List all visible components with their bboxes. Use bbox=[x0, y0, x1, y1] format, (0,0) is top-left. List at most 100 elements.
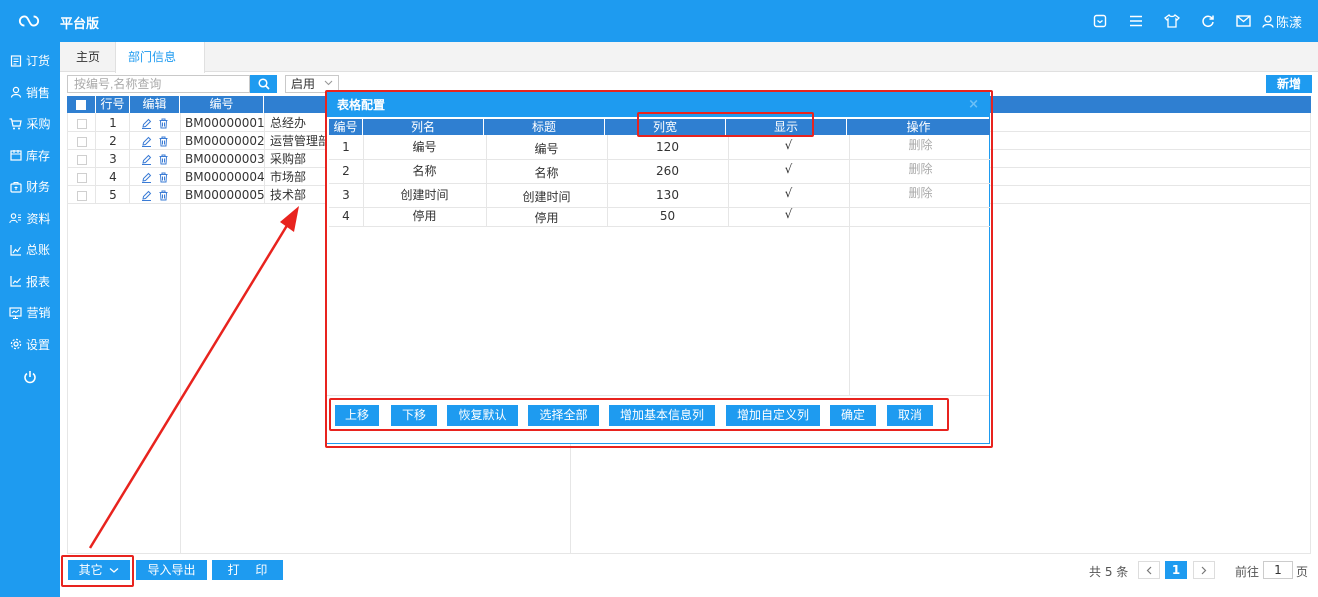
row-number: 4 bbox=[109, 170, 117, 184]
search-button[interactable] bbox=[250, 75, 277, 93]
message-icon[interactable] bbox=[1082, 11, 1118, 31]
monitor-icon bbox=[9, 307, 23, 319]
sidebar-item-label: 资料 bbox=[26, 211, 51, 226]
tab-department-info[interactable]: 部门信息× bbox=[115, 42, 205, 94]
annotation-box-buttons bbox=[329, 398, 949, 431]
brand-title: 平台版 bbox=[60, 17, 100, 32]
power-icon bbox=[24, 371, 36, 384]
sidebar-item-order[interactable]: 订货 bbox=[0, 45, 60, 77]
sidebar-item-report[interactable]: 报表 bbox=[0, 266, 60, 298]
edit-icon[interactable] bbox=[141, 136, 152, 147]
total-count: 共 5 条 bbox=[1089, 565, 1129, 579]
row-code: BM00000003 bbox=[185, 152, 265, 166]
delete-icon[interactable] bbox=[158, 154, 169, 165]
row-checkbox[interactable] bbox=[76, 154, 87, 165]
row-checkbox-cell[interactable] bbox=[67, 150, 96, 168]
inventory-icon bbox=[10, 150, 22, 161]
row-name: 采购部 bbox=[270, 152, 307, 166]
document-icon bbox=[10, 55, 22, 67]
user-name: 陈漾 bbox=[1275, 15, 1302, 31]
search-input[interactable] bbox=[67, 75, 250, 93]
grid-header-code: 编号 bbox=[180, 96, 264, 113]
add-button[interactable]: 新增 bbox=[1266, 75, 1312, 93]
user-icon bbox=[1262, 14, 1274, 28]
next-page-button[interactable] bbox=[1193, 561, 1215, 579]
row-number: 1 bbox=[109, 116, 117, 130]
current-page[interactable]: 1 bbox=[1165, 561, 1187, 579]
row-edit-cell bbox=[130, 150, 180, 168]
row-checkbox[interactable] bbox=[76, 136, 87, 147]
import-export-button[interactable]: 导入导出 bbox=[136, 560, 207, 580]
chevron-right-icon bbox=[1201, 566, 1207, 574]
grid-header-row-no: 行号 bbox=[96, 96, 130, 113]
row-code: BM00000001 bbox=[185, 116, 265, 130]
sidebar-item-inventory[interactable]: 库存 bbox=[0, 140, 60, 172]
row-name: 技术部 bbox=[270, 188, 307, 202]
sidebar: 订货 销售 采购 库存 财务 资料 总账 报表 营销 设置 bbox=[0, 42, 60, 597]
logout-button[interactable] bbox=[0, 360, 60, 394]
row-checkbox[interactable] bbox=[76, 118, 87, 129]
row-code: BM00000005 bbox=[185, 188, 265, 202]
search-icon bbox=[257, 78, 270, 90]
row-checkbox-cell[interactable] bbox=[67, 114, 96, 132]
sidebar-item-label: 设置 bbox=[25, 337, 50, 352]
delete-icon[interactable] bbox=[158, 190, 169, 201]
edit-icon[interactable] bbox=[141, 118, 152, 129]
row-number: 3 bbox=[109, 152, 117, 166]
sidebar-item-purchase[interactable]: 采购 bbox=[0, 108, 60, 140]
tab-bar: 主页 部门信息× bbox=[60, 42, 1318, 94]
select-all-checkbox[interactable] bbox=[76, 99, 86, 110]
annotation-box-other bbox=[61, 555, 134, 587]
sidebar-item-label: 报表 bbox=[25, 274, 50, 289]
row-checkbox[interactable] bbox=[76, 172, 87, 183]
status-select-value: 启用 bbox=[291, 77, 316, 91]
chevron-down-icon bbox=[324, 80, 333, 86]
tab-home[interactable]: 主页 bbox=[64, 42, 112, 72]
row-checkbox-cell[interactable] bbox=[67, 132, 96, 150]
sidebar-item-sales[interactable]: 销售 bbox=[0, 77, 60, 109]
grid-header-checkbox[interactable] bbox=[67, 96, 96, 113]
user-menu[interactable]: 陈漾 bbox=[1262, 12, 1302, 31]
menu-icon[interactable] bbox=[1118, 11, 1154, 31]
row-code: BM00000004 bbox=[185, 170, 265, 184]
row-edit-cell bbox=[130, 168, 180, 186]
print-button[interactable]: 打 印 bbox=[212, 560, 283, 580]
edit-icon[interactable] bbox=[141, 190, 152, 201]
row-checkbox-cell[interactable] bbox=[67, 186, 96, 204]
cloud-logo-icon bbox=[18, 15, 40, 27]
row-checkbox[interactable] bbox=[76, 190, 87, 201]
delete-icon[interactable] bbox=[158, 136, 169, 147]
sidebar-item-label: 营销 bbox=[26, 306, 51, 321]
annotation-box-width-show bbox=[637, 112, 814, 137]
goto-page-input[interactable]: 1 bbox=[1263, 561, 1293, 579]
row-number: 2 bbox=[109, 134, 117, 148]
edit-icon[interactable] bbox=[141, 154, 152, 165]
sidebar-item-marketing[interactable]: 营销 bbox=[0, 297, 60, 329]
prev-page-button[interactable] bbox=[1138, 561, 1160, 579]
skin-icon[interactable] bbox=[1154, 11, 1190, 31]
gear-icon bbox=[10, 339, 22, 350]
edit-icon[interactable] bbox=[141, 172, 152, 183]
sidebar-item-label: 销售 bbox=[25, 85, 50, 100]
goto-suffix: 页 bbox=[1296, 565, 1309, 579]
sidebar-item-label: 订货 bbox=[25, 54, 50, 69]
sidebar-item-ledger[interactable]: 总账 bbox=[0, 234, 60, 266]
tab-label: 部门信息 bbox=[128, 50, 177, 64]
refresh-icon[interactable] bbox=[1190, 11, 1226, 31]
mail-icon[interactable] bbox=[1226, 11, 1262, 31]
sidebar-item-finance[interactable]: 财务 bbox=[0, 171, 60, 203]
delete-icon[interactable] bbox=[158, 172, 169, 183]
row-code: BM00000002 bbox=[185, 134, 265, 148]
contacts-icon bbox=[9, 213, 22, 224]
row-name: 市场部 bbox=[270, 170, 307, 184]
sidebar-item-label: 总账 bbox=[25, 243, 50, 258]
sidebar-item-data[interactable]: 资料 bbox=[0, 203, 60, 235]
row-number: 5 bbox=[109, 188, 117, 202]
sidebar-item-settings[interactable]: 设置 bbox=[0, 329, 60, 361]
sidebar-item-label: 采购 bbox=[26, 117, 51, 132]
row-name: 运营管理部 bbox=[270, 134, 326, 148]
sidebar-item-label: 库存 bbox=[25, 148, 50, 163]
row-checkbox-cell[interactable] bbox=[67, 168, 96, 186]
report-icon bbox=[10, 276, 21, 287]
delete-icon[interactable] bbox=[158, 118, 169, 129]
